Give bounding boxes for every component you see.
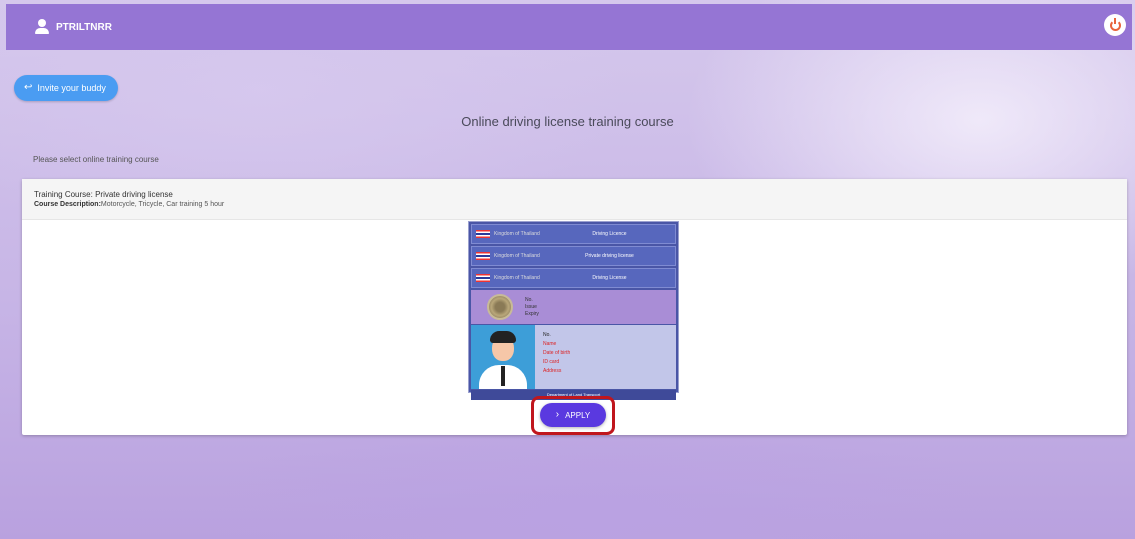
license-mid-line: Issue bbox=[525, 303, 537, 310]
license-data-line: Address bbox=[543, 368, 562, 374]
seal-icon bbox=[487, 294, 513, 320]
flag-icon bbox=[476, 274, 490, 282]
course-description: Course Description:Motorcycle, Tricycle,… bbox=[34, 200, 1115, 209]
license-mid-line: Expiry bbox=[525, 310, 539, 317]
apply-button-label: APPLY bbox=[565, 410, 591, 420]
license-mid-text: No. Issue Expiry bbox=[525, 297, 539, 318]
course-card-header: Training Course: Private driving license… bbox=[22, 179, 1127, 220]
user-icon bbox=[34, 19, 50, 35]
license-row-left: Kingdom of Thailand bbox=[494, 275, 540, 281]
power-icon bbox=[1109, 17, 1121, 31]
username-label: PTRILTNRR bbox=[56, 21, 112, 33]
license-data-line: ID card bbox=[543, 359, 560, 365]
page-title: Online driving license training course bbox=[461, 114, 674, 129]
license-holder-section: No. Name Date of birth ID card Address bbox=[471, 325, 676, 389]
license-row: Kingdom of Thailand Driving License bbox=[471, 268, 676, 288]
license-row-right: Driving License bbox=[592, 275, 627, 281]
holder-photo bbox=[471, 325, 535, 389]
chevron-right-icon: › bbox=[555, 409, 560, 420]
course-description-label: Course Description: bbox=[34, 201, 101, 208]
top-bar: PTRILTNRR bbox=[6, 4, 1132, 50]
license-data-line: No. bbox=[543, 332, 551, 338]
license-row-right: Driving Licence bbox=[592, 231, 627, 237]
license-row: Kingdom of Thailand Private driving lice… bbox=[471, 246, 676, 266]
invite-button-label: Invite your buddy bbox=[37, 83, 106, 93]
license-row-left: Kingdom of Thailand bbox=[494, 231, 540, 237]
select-course-label: Please select online training course bbox=[33, 155, 159, 164]
apply-button[interactable]: › APPLY bbox=[540, 403, 606, 427]
invite-button[interactable]: ↩ Invite your buddy bbox=[14, 75, 118, 101]
flag-icon bbox=[476, 230, 490, 238]
license-data-line: Name bbox=[543, 341, 557, 347]
license-row-right: Private driving license bbox=[585, 253, 634, 259]
license-seal-section: No. Issue Expiry bbox=[471, 290, 676, 324]
logout-button[interactable] bbox=[1104, 14, 1126, 36]
license-holder-data: No. Name Date of birth ID card Address bbox=[543, 325, 570, 389]
license-mid-line: No. bbox=[525, 296, 533, 303]
license-image: Kingdom of Thailand Driving Licence King… bbox=[468, 221, 679, 400]
course-description-text: Motorcycle, Tricycle, Car training 5 hou… bbox=[100, 201, 225, 208]
course-name: Training Course: Private driving license bbox=[34, 190, 173, 199]
license-row: Kingdom of Thailand Driving Licence bbox=[471, 224, 676, 244]
license-data-line: Date of birth bbox=[543, 350, 571, 356]
course-card: Training Course: Private driving license… bbox=[22, 179, 1127, 435]
flag-icon bbox=[476, 252, 490, 260]
license-row-left: Kingdom of Thailand bbox=[494, 253, 540, 259]
back-arrow-icon: ↩ bbox=[24, 82, 33, 93]
